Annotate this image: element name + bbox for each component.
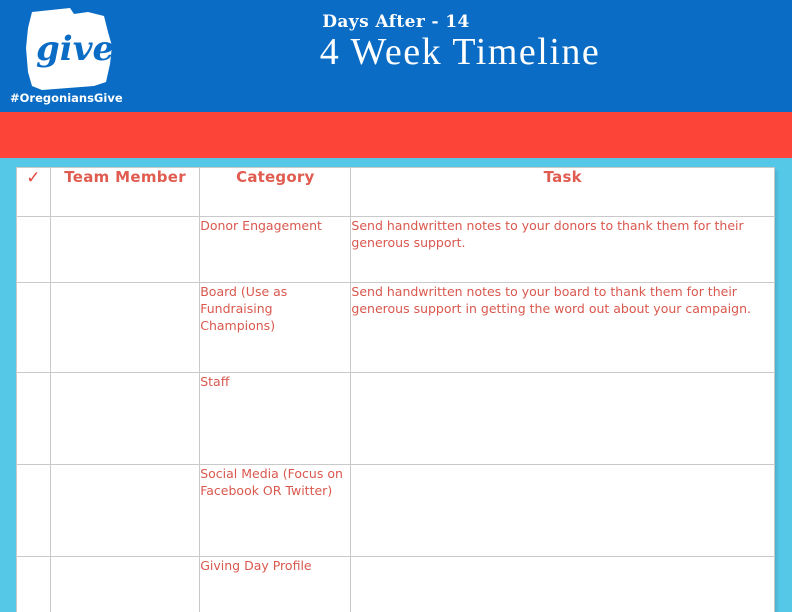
cell-task[interactable]: Send handwritten notes to your donors to… (350, 216, 775, 283)
cell-check[interactable] (15, 464, 52, 557)
cell-member[interactable] (50, 556, 201, 612)
table-row[interactable]: Donor Engagement Send handwritten notes … (15, 216, 775, 283)
page-title: 4 Week Timeline (319, 31, 601, 73)
cell-category[interactable]: Board (Use as Fundraising Champions) (199, 282, 352, 373)
cell-task[interactable] (350, 464, 775, 557)
days-after-band (0, 112, 792, 158)
table-row[interactable]: Board (Use as Fundraising Champions) Sen… (15, 282, 775, 373)
cell-member[interactable] (50, 216, 201, 283)
cell-check[interactable] (15, 556, 52, 612)
cell-task[interactable]: Send handwritten notes to your board to … (350, 282, 775, 373)
cell-category[interactable]: Donor Engagement (199, 216, 352, 283)
cell-check[interactable] (15, 216, 52, 283)
column-header-team-member: Team Member (50, 167, 201, 217)
table-row[interactable]: Giving Day Profile (15, 556, 775, 612)
cell-member[interactable] (50, 464, 201, 557)
cell-member[interactable] (50, 372, 201, 465)
column-header-task: Task (350, 167, 775, 217)
logo-hashtag: #OregoniansGive (10, 91, 123, 105)
cell-category[interactable]: Giving Day Profile (199, 556, 352, 612)
timeline-table-container: ✓ Team Member Category Task Donor Engage… (15, 167, 775, 612)
timeline-table: ✓ Team Member Category Task Donor Engage… (15, 167, 775, 612)
table-header-row: ✓ Team Member Category Task (15, 167, 775, 217)
cell-check[interactable] (15, 282, 52, 373)
column-header-check: ✓ (15, 167, 52, 217)
days-after-label: Days After - 14 (322, 12, 470, 32)
cell-member[interactable] (50, 282, 201, 373)
cell-category[interactable]: Staff (199, 372, 352, 465)
slide-canvas: give #OregoniansGive 4 Week Timeline Day… (0, 0, 792, 612)
cell-task[interactable] (350, 556, 775, 612)
table-row[interactable]: Staff (15, 372, 775, 465)
table-row[interactable]: Social Media (Focus on Facebook OR Twitt… (15, 464, 775, 557)
logo-wordmark: give (36, 29, 114, 69)
cell-check[interactable] (15, 372, 52, 465)
cell-category[interactable]: Social Media (Focus on Facebook OR Twitt… (199, 464, 352, 557)
column-header-category: Category (199, 167, 352, 217)
cell-task[interactable] (350, 372, 775, 465)
